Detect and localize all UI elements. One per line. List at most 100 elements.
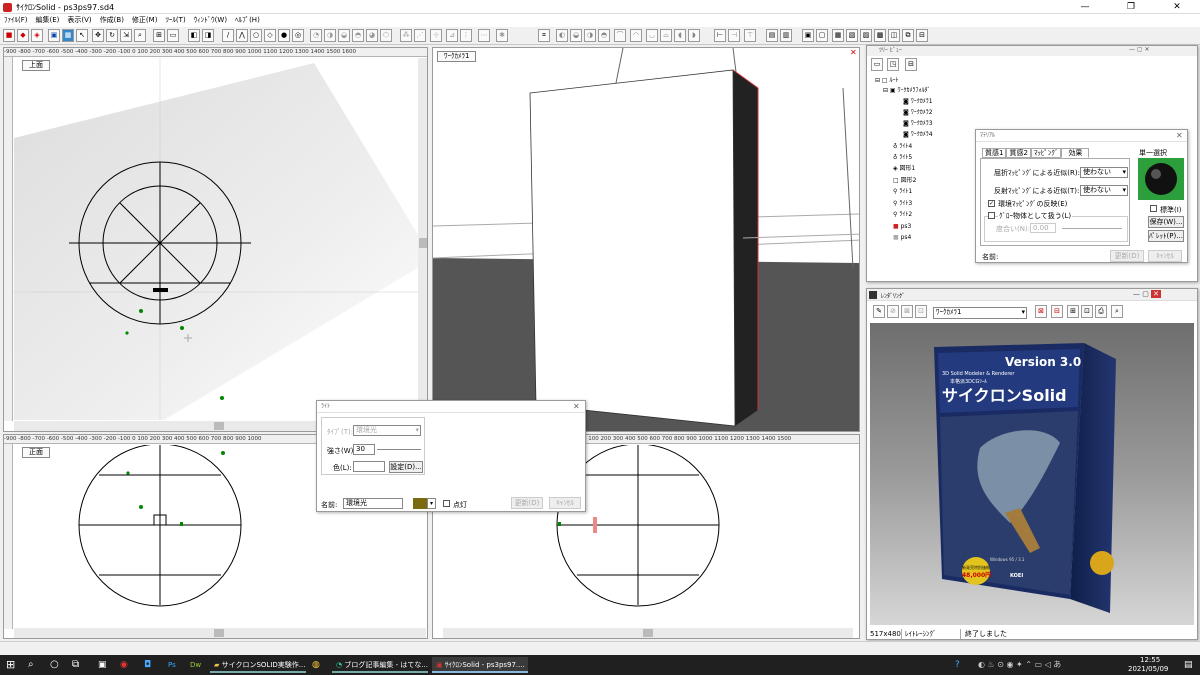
tree-item-shape2[interactable]: □ 図形2 bbox=[893, 176, 916, 186]
taskbar-item-folder[interactable]: ▰ サイクロンSOLID実験作... bbox=[210, 657, 306, 673]
tree-item-light2[interactable]: ⚲ ﾗｲﾄ2 bbox=[893, 210, 912, 220]
tree-item-camera4[interactable]: ◙ ﾜｰｸｶﾒﾗ4 bbox=[903, 130, 933, 140]
name-input[interactable]: 環境光 bbox=[343, 498, 403, 509]
rotate-icon[interactable]: ↻ bbox=[106, 29, 118, 42]
print-icon[interactable]: ⎙ bbox=[1095, 305, 1107, 318]
path-icon[interactable]: ⌗ bbox=[538, 29, 550, 42]
strength-slider[interactable] bbox=[377, 449, 421, 450]
top-view[interactable]: -900 -800 -700 -600 -500 -400 -300 -200 … bbox=[3, 47, 428, 432]
menu-file[interactable]: ﾌｧｲﾙ(F) bbox=[0, 14, 32, 27]
horizontal-scrollbar[interactable] bbox=[14, 628, 426, 638]
tool-icon[interactable]: ◑ bbox=[324, 29, 336, 42]
search-icon[interactable]: ⌕ bbox=[28, 657, 34, 673]
vertical-scrollbar[interactable] bbox=[418, 58, 427, 420]
window-icon[interactable]: ▨ bbox=[860, 29, 872, 42]
tool-icon[interactable]: ◕ bbox=[366, 29, 378, 42]
measure-icon[interactable]: ⊢ bbox=[714, 29, 726, 42]
light-color-swatch[interactable] bbox=[413, 498, 427, 509]
tree-item-light3[interactable]: ⚲ ﾗｲﾄ3 bbox=[893, 199, 912, 209]
tab-effect[interactable]: 効果 bbox=[1061, 148, 1090, 158]
cortana-icon[interactable]: ○ bbox=[50, 657, 59, 673]
view-label-camera[interactable]: ﾜｰｸｶﾒﾗ1 bbox=[437, 51, 477, 62]
glow-checkbox[interactable] bbox=[988, 212, 995, 219]
menu-modify[interactable]: 修正(M) bbox=[128, 14, 162, 27]
tab-texture1[interactable]: 質感1 bbox=[982, 148, 1007, 158]
tree-item-ps3[interactable]: ■ ps3 bbox=[893, 222, 911, 232]
tool-icon[interactable]: ⬡ bbox=[380, 29, 392, 42]
preview-icon[interactable]: ⌕ bbox=[1111, 305, 1123, 318]
tree-tool-icon[interactable]: ▭ bbox=[871, 58, 883, 71]
horizontal-scrollbar[interactable] bbox=[443, 628, 853, 638]
cube-red-icon[interactable]: ◆ bbox=[17, 29, 29, 42]
tree-item-camera-folder[interactable]: ⊟ ▣ ﾜｰｸｶﾒﾗﾌｫﾙﾀﾞ bbox=[883, 86, 931, 96]
minimize-button[interactable]: — bbox=[1062, 0, 1108, 14]
render-camera-select[interactable]: ﾜｰｸｶﾒﾗ1 bbox=[933, 307, 1027, 319]
dreamweaver-icon[interactable]: Dw bbox=[190, 657, 201, 673]
tree-item-camera1[interactable]: ◙ ﾜｰｸｶﾒﾗ1 bbox=[903, 97, 933, 107]
tab-mapping[interactable]: ﾏｯﾋﾟﾝｸﾞ bbox=[1030, 148, 1062, 158]
tool-icon[interactable]: ◨ bbox=[202, 29, 214, 42]
shape-icon[interactable]: ◒ bbox=[570, 29, 582, 42]
shape-icon[interactable]: ◡ bbox=[646, 29, 658, 42]
size-icon[interactable]: ⊡ bbox=[1081, 305, 1093, 318]
window-icon[interactable]: ⧉ bbox=[902, 29, 914, 42]
chrome-icon[interactable]: ◍ bbox=[312, 657, 320, 673]
array-icon[interactable]: ⊹ bbox=[430, 29, 442, 42]
shape-icon[interactable]: ⌓ bbox=[660, 29, 672, 42]
camera-view[interactable]: ﾜｰｸｶﾒﾗ1 ✕ bbox=[432, 47, 860, 432]
close-view-icon[interactable]: ✕ bbox=[850, 48, 859, 58]
taskbar-item-browser[interactable]: ◔ ブログ記事編集 - はてな... bbox=[332, 657, 428, 673]
task-view-icon[interactable]: ⧉ bbox=[72, 657, 79, 673]
taskbar-item-solid[interactable]: ▣ ｻｲｸﾛﾝSolid - ps3ps97.... bbox=[432, 657, 528, 673]
menu-view[interactable]: 表示(V) bbox=[63, 14, 95, 27]
save-button[interactable]: 保存(W)... bbox=[1148, 216, 1184, 228]
select-icon[interactable]: ▦ bbox=[62, 29, 74, 42]
close-button[interactable]: ✕ bbox=[1154, 0, 1200, 14]
cube-red-icon[interactable]: ◈ bbox=[31, 29, 43, 42]
window-icon[interactable]: ▧ bbox=[846, 29, 858, 42]
render-icon[interactable]: ⊡ bbox=[915, 305, 927, 318]
app-icon[interactable]: ◘ bbox=[144, 657, 151, 673]
render-window-controls[interactable]: — ▢ ✕ bbox=[1133, 290, 1161, 298]
tree-item-root[interactable]: ⊟ □ ﾙｰﾄ bbox=[875, 76, 899, 86]
menu-edit[interactable]: 編集(E) bbox=[32, 14, 64, 27]
app-icon[interactable]: ▣ bbox=[98, 657, 107, 673]
close-icon[interactable]: ✕ bbox=[573, 402, 580, 411]
scale-icon[interactable]: ⇲ bbox=[120, 29, 132, 42]
tool-icon[interactable]: ◒ bbox=[338, 29, 350, 42]
tree-item-camera2[interactable]: ◙ ﾜｰｸｶﾒﾗ2 bbox=[903, 108, 933, 118]
photoshop-icon[interactable]: Ps bbox=[168, 657, 176, 673]
sphere-icon[interactable]: ● bbox=[278, 29, 290, 42]
strength-input[interactable]: 30 bbox=[353, 444, 375, 455]
measure-icon[interactable]: ⊤ bbox=[744, 29, 756, 42]
reflection-combo[interactable]: 使わない bbox=[1080, 185, 1128, 196]
line-icon[interactable]: ∕ bbox=[222, 29, 234, 42]
measure-icon[interactable]: ▤ bbox=[766, 29, 778, 42]
tray-icons[interactable]: ◐ ♨ ⊙ ◉ ✦ ⌃ ▭ ◁ あ bbox=[978, 657, 1061, 673]
refraction-combo[interactable]: 使わない bbox=[1080, 167, 1128, 178]
color-swatch[interactable] bbox=[353, 461, 385, 472]
tree-item-ps4[interactable]: ■ ps4 bbox=[893, 233, 911, 243]
setting-button[interactable]: 設定(D)... bbox=[389, 461, 423, 473]
type-combo[interactable]: 環境光 bbox=[353, 425, 421, 436]
close-icon[interactable]: ✕ bbox=[1176, 131, 1183, 140]
shape-icon[interactable]: ⌒ bbox=[614, 29, 626, 42]
render-icon[interactable]: ⊠ bbox=[901, 305, 913, 318]
degree-input[interactable]: 0.00 bbox=[1030, 223, 1056, 233]
start-icon[interactable]: ⊞ bbox=[6, 657, 20, 673]
shape-icon[interactable]: ◑ bbox=[584, 29, 596, 42]
pointer-icon[interactable]: ↖ bbox=[76, 29, 88, 42]
shape-icon[interactable]: ◠ bbox=[630, 29, 642, 42]
array-icon[interactable]: ⁂ bbox=[400, 29, 412, 42]
tree-item-light4[interactable]: ♁ ﾗｲﾄ4 bbox=[893, 142, 912, 152]
shape-icon[interactable]: ◓ bbox=[598, 29, 610, 42]
app-icon[interactable]: ◉ bbox=[120, 657, 128, 673]
shape-icon[interactable]: ◖ bbox=[674, 29, 686, 42]
update-button[interactable]: 更新(D) bbox=[511, 497, 543, 509]
shape-icon[interactable]: ◗ bbox=[688, 29, 700, 42]
window-icon[interactable]: ⊟ bbox=[916, 29, 928, 42]
lit-checkbox[interactable] bbox=[443, 500, 450, 507]
tool-icon[interactable]: ◓ bbox=[352, 29, 364, 42]
panel-controls[interactable]: — ▢ ✕ bbox=[1129, 46, 1150, 53]
box-icon[interactable]: ◇ bbox=[264, 29, 276, 42]
